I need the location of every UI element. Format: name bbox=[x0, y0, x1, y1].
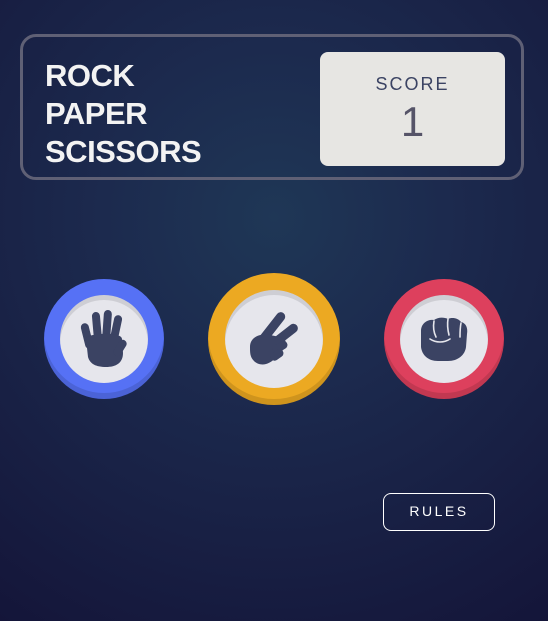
scissors-hand-icon bbox=[250, 312, 298, 365]
game-header: ROCK PAPER SCISSORS SCORE 1 bbox=[20, 34, 524, 180]
rules-button[interactable]: RULES bbox=[383, 493, 495, 531]
score-label: SCORE bbox=[375, 74, 450, 94]
paper-hand-icon bbox=[80, 310, 127, 367]
scissors-choice-button[interactable] bbox=[208, 273, 340, 405]
rock-fist-icon bbox=[421, 317, 468, 361]
rock-choice-button[interactable] bbox=[384, 279, 504, 399]
paper-choice-button[interactable] bbox=[44, 279, 164, 399]
score-box: SCORE 1 bbox=[320, 52, 505, 166]
title-line-rock: ROCK bbox=[45, 58, 135, 93]
score-value: 1 bbox=[400, 98, 425, 145]
game-title: ROCK PAPER SCISSORS bbox=[45, 57, 202, 171]
title-line-scissors: SCISSORS bbox=[45, 134, 202, 169]
title-line-paper: PAPER bbox=[45, 96, 148, 131]
